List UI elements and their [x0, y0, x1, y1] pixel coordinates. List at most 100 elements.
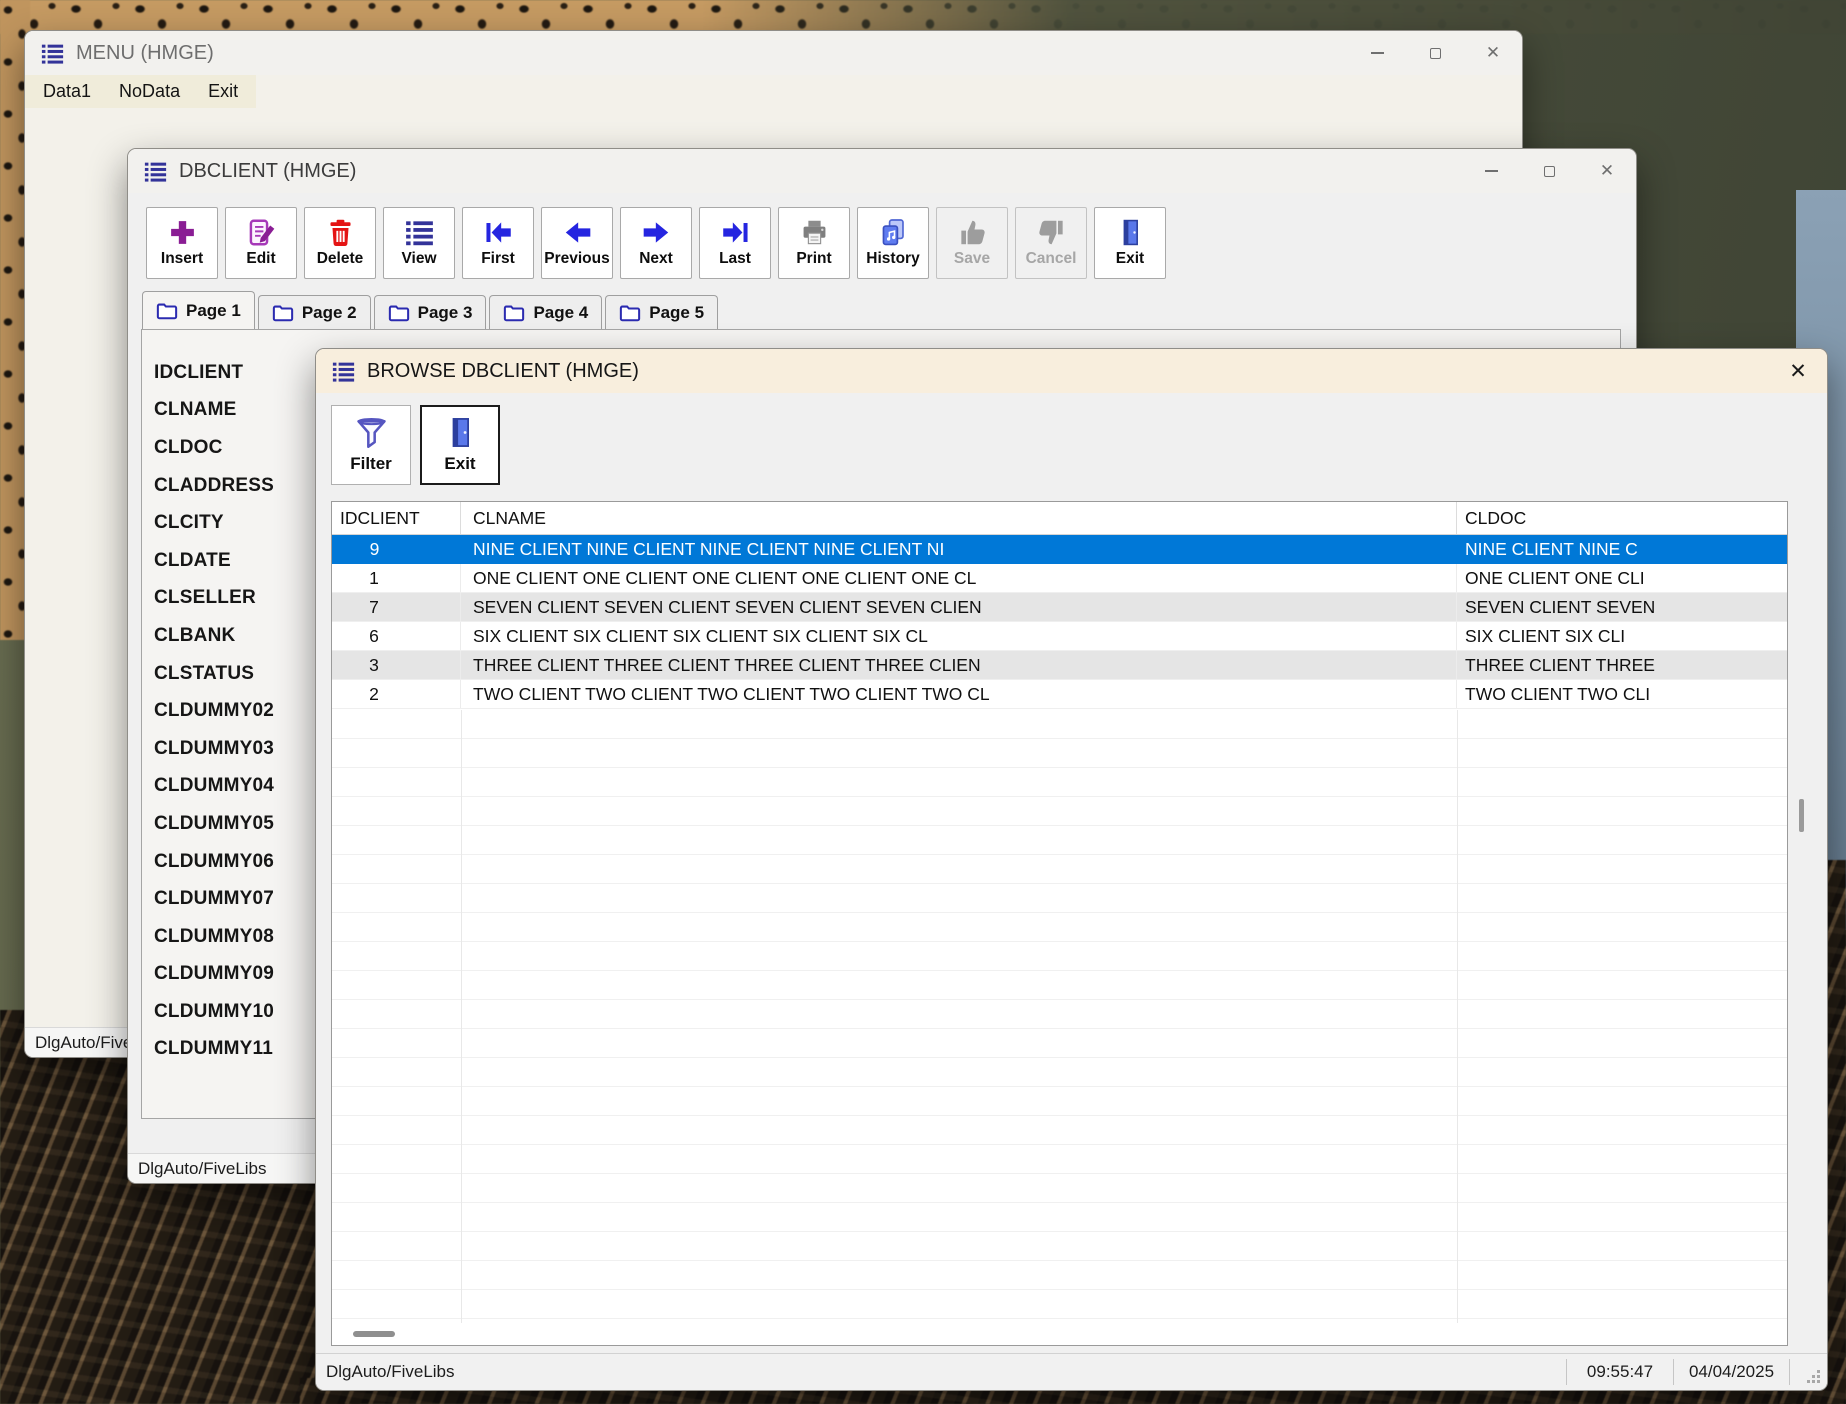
field-label: CLDUMMY07 — [154, 888, 274, 910]
grid-row[interactable]: 6 SIX CLIENT SIX CLIENT SIX CLIENT SIX C… — [332, 622, 1787, 651]
menu-window-titlebar[interactable]: MENU (HMGE) ✕ — [25, 31, 1522, 75]
exit-button[interactable]: Exit — [1094, 207, 1166, 279]
button-label: Exit — [444, 454, 475, 474]
menu-item-nodata[interactable]: NoData — [105, 75, 194, 108]
save-button: Save — [936, 207, 1008, 279]
tab-page-2[interactable]: Page 2 — [258, 295, 371, 329]
filter-button[interactable]: Filter — [331, 405, 411, 485]
field-label: CLDUMMY08 — [154, 926, 274, 948]
button-label: Exit — [1116, 250, 1144, 268]
field-label: CLSTATUS — [154, 663, 254, 685]
close-icon: ✕ — [1789, 359, 1807, 384]
field-label: CLDATE — [154, 550, 231, 572]
window-controls: ✕ — [1348, 31, 1522, 75]
menu-bar-items: Data1 NoData Exit — [25, 75, 256, 108]
minimize-button[interactable] — [1348, 31, 1406, 75]
grid-row[interactable]: 2 TWO CLIENT TWO CLIENT TWO CLIENT TWO C… — [332, 680, 1787, 709]
first-button[interactable]: First — [462, 207, 534, 279]
last-button[interactable]: Last — [699, 207, 771, 279]
column-header-clname[interactable]: CLNAME — [461, 502, 1457, 534]
grid-cell-doc: ONE CLIENT ONE CLI — [1457, 564, 1787, 592]
statusbar-text: DlgAuto/FiveLibs — [326, 1354, 455, 1390]
button-label: Filter — [350, 454, 392, 474]
delete-button[interactable]: Delete — [304, 207, 376, 279]
horizontal-scrollbar-thumb[interactable] — [353, 1331, 395, 1337]
column-header-cldoc[interactable]: CLDOC — [1457, 502, 1787, 534]
tab-page-3[interactable]: Page 3 — [374, 295, 487, 329]
minimize-button[interactable] — [1462, 149, 1520, 193]
dbclient-window-titlebar[interactable]: DBCLIENT (HMGE) ✕ — [128, 149, 1636, 193]
grid-cell-id: 3 — [332, 651, 461, 679]
field-label: CLDUMMY06 — [154, 851, 274, 873]
view-button[interactable]: View — [383, 207, 455, 279]
field-label: CLBANK — [154, 625, 235, 647]
history-button[interactable]: History — [857, 207, 929, 279]
statusbar-divider — [1789, 1359, 1790, 1385]
edit-icon — [247, 218, 276, 247]
field-label: CLADDRESS — [154, 475, 274, 497]
thumb-down-icon — [1037, 218, 1066, 247]
button-label: First — [481, 250, 515, 268]
tab-page-5[interactable]: Page 5 — [605, 295, 718, 329]
tab-label: Page 2 — [302, 303, 357, 323]
tab-label: Page 5 — [649, 303, 704, 323]
browse-window-title: BROWSE DBCLIENT (HMGE) — [367, 360, 639, 383]
window-controls: ✕ — [1769, 349, 1827, 393]
close-button[interactable]: ✕ — [1464, 31, 1522, 75]
grid-row[interactable]: 1 ONE CLIENT ONE CLIENT ONE CLIENT ONE C… — [332, 564, 1787, 593]
grid-cell-name: NINE CLIENT NINE CLIENT NINE CLIENT NINE… — [461, 535, 1457, 563]
edit-button[interactable]: Edit — [225, 207, 297, 279]
arrow-left-icon — [563, 218, 592, 247]
print-button[interactable]: Print — [778, 207, 850, 279]
dbclient-toolbar: Insert Edit Delete View First Previous — [128, 193, 1636, 279]
field-label: CLCITY — [154, 512, 224, 534]
column-header-idclient[interactable]: IDCLIENT — [332, 502, 461, 534]
previous-button[interactable]: Previous — [541, 207, 613, 279]
grid-empty-rows — [332, 710, 1787, 1323]
close-button[interactable]: ✕ — [1769, 349, 1827, 393]
field-label: CLDUMMY03 — [154, 738, 274, 760]
list-icon — [405, 218, 434, 247]
menu-item-exit[interactable]: Exit — [194, 75, 252, 108]
grid-row-selected[interactable]: 9 NINE CLIENT NINE CLIENT NINE CLIENT NI… — [332, 535, 1787, 564]
browse-window-titlebar[interactable]: BROWSE DBCLIENT (HMGE) ✕ — [316, 349, 1827, 393]
grid-cell-id: 9 — [332, 535, 461, 563]
field-label: CLNAME — [154, 399, 236, 421]
grid-row[interactable]: 3 THREE CLIENT THREE CLIENT THREE CLIENT… — [332, 651, 1787, 680]
field-label: CLDUMMY04 — [154, 775, 274, 797]
insert-button[interactable]: Insert — [146, 207, 218, 279]
maximize-button[interactable] — [1520, 149, 1578, 193]
cancel-button: Cancel — [1015, 207, 1087, 279]
next-button[interactable]: Next — [620, 207, 692, 279]
field-label: CLDOC — [154, 437, 223, 459]
close-button[interactable]: ✕ — [1578, 149, 1636, 193]
tab-page-4[interactable]: Page 4 — [489, 295, 602, 329]
browse-exit-button[interactable]: Exit — [420, 405, 500, 485]
arrow-right-icon — [642, 218, 671, 247]
door-icon — [1116, 218, 1145, 247]
grid-cell-doc: NINE CLIENT NINE C — [1457, 535, 1787, 563]
client-grid: IDCLIENT CLNAME CLDOC 9 NINE CLIENT NINE… — [331, 501, 1788, 1346]
tab-label: Page 3 — [418, 303, 473, 323]
folder-icon — [272, 303, 294, 322]
statusbar-text: DlgAuto/FiveLibs — [138, 1159, 267, 1179]
thumb-up-icon — [958, 218, 987, 247]
dbclient-window-title: DBCLIENT (HMGE) — [179, 160, 356, 183]
maximize-button[interactable] — [1406, 31, 1464, 75]
menu-window-title: MENU (HMGE) — [76, 42, 214, 65]
grid-header: IDCLIENT CLNAME CLDOC — [332, 502, 1787, 535]
minimize-icon — [1371, 52, 1384, 54]
browse-window-statusbar: DlgAuto/FiveLibs 09:55:47 04/04/2025 — [316, 1353, 1827, 1390]
close-icon: ✕ — [1486, 43, 1500, 63]
tab-page-1[interactable]: Page 1 — [142, 291, 255, 329]
grid-cell-doc: SIX CLIENT SIX CLI — [1457, 622, 1787, 650]
grid-row[interactable]: 7 SEVEN CLIENT SEVEN CLIENT SEVEN CLIENT… — [332, 593, 1787, 622]
vertical-scrollbar-thumb[interactable] — [1799, 799, 1804, 832]
grid-cell-name: TWO CLIENT TWO CLIENT TWO CLIENT TWO CLI… — [461, 680, 1457, 708]
wallpaper-leopard-fur — [0, 0, 1846, 34]
button-label: Print — [796, 250, 831, 268]
button-label: Edit — [246, 250, 275, 268]
field-label: CLDUMMY11 — [154, 1038, 273, 1060]
resize-grip[interactable] — [1805, 1368, 1821, 1384]
menu-item-data1[interactable]: Data1 — [29, 75, 105, 108]
